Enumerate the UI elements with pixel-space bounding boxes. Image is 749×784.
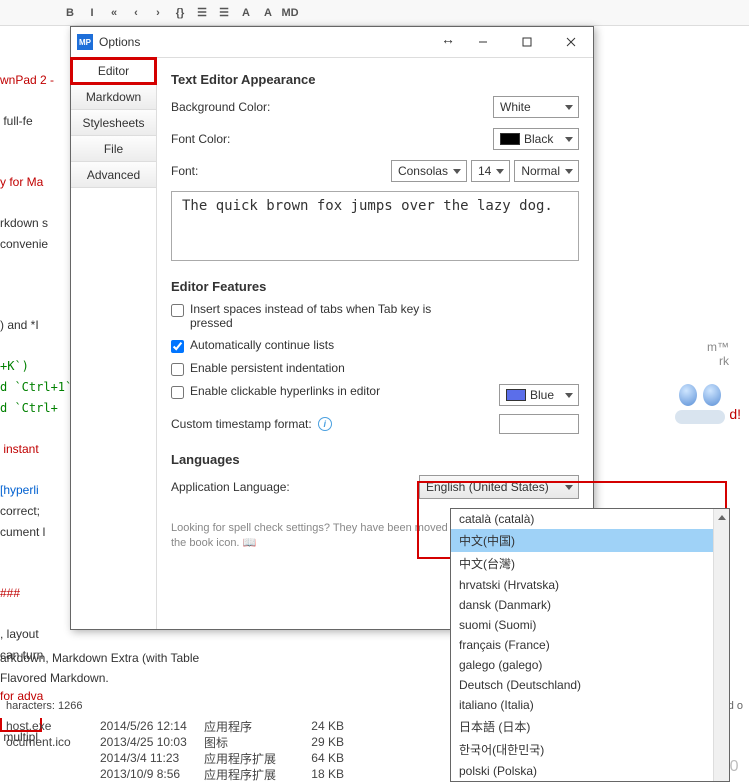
language-option[interactable]: 한국어(대한민국) xyxy=(451,738,729,761)
language-option[interactable]: 中文(中国) xyxy=(451,529,729,552)
language-dropdown[interactable]: català (català)中文(中国)中文(台灣)hrvatski (Hrv… xyxy=(450,508,730,782)
bgcolor-label: Background Color: xyxy=(171,100,493,114)
red-text-peek: d! xyxy=(729,406,741,422)
background-editor: wnPad 2 - full-fe y for Ma rkdown s conv… xyxy=(0,50,70,748)
languages-heading: Languages xyxy=(171,452,579,467)
language-option[interactable]: català (català) xyxy=(451,509,729,529)
scroll-up-icon[interactable] xyxy=(714,509,729,525)
toolbar-btn[interactable]: ☰ xyxy=(192,3,212,23)
language-option[interactable]: dansk (Danmark) xyxy=(451,595,729,615)
chk-clickable-links[interactable] xyxy=(171,386,184,399)
toolbar-btn[interactable]: ☰ xyxy=(214,3,234,23)
app-icon: MP xyxy=(77,34,93,50)
chk-continue-lists-label: Automatically continue lists xyxy=(190,338,334,352)
font-label: Font: xyxy=(171,164,387,178)
app-language-label: Application Language: xyxy=(171,480,419,494)
toolbar-btn[interactable]: MD xyxy=(280,3,300,23)
bg-bottom-lines: arkdown, Markdown Extra (with Table Flav… xyxy=(0,648,199,688)
font-preview: The quick brown fox jumps over the lazy … xyxy=(171,191,579,261)
language-option[interactable]: 日本語 (日本) xyxy=(451,715,729,738)
features-heading: Editor Features xyxy=(171,279,579,294)
fontcolor-select[interactable]: Black xyxy=(493,128,579,150)
language-option[interactable]: 中文(台灣) xyxy=(451,552,729,575)
options-tablist: Editor Markdown Stylesheets File Advance… xyxy=(71,58,157,629)
main-toolbar: B I « ‹ › {} ☰ ☰ A A MD xyxy=(0,0,749,26)
language-option[interactable]: Deutsch (Deutschland) xyxy=(451,675,729,695)
status-bar: haracters: 1266 xyxy=(0,700,82,718)
toolbar-btn[interactable]: A xyxy=(236,3,256,23)
color-swatch-icon xyxy=(506,389,526,401)
timestamp-label: Custom timestamp format: xyxy=(171,417,312,431)
maximize-button[interactable] xyxy=(505,28,549,56)
font-weight-select[interactable]: Normal xyxy=(514,160,579,182)
language-option[interactable]: suomi (Suomi) xyxy=(451,615,729,635)
font-family-select[interactable]: Consolas xyxy=(391,160,467,182)
toolbar-btn[interactable]: {} xyxy=(170,3,190,23)
resize-handle-icon[interactable]: ↔ xyxy=(441,31,455,47)
toolbar-btn[interactable]: I xyxy=(82,3,102,23)
tab-markdown[interactable]: Markdown xyxy=(71,84,156,110)
language-option[interactable]: polski (Polska) xyxy=(451,761,729,781)
language-option[interactable]: français (France) xyxy=(451,635,729,655)
tab-editor[interactable]: Editor xyxy=(71,58,156,84)
info-icon[interactable]: i xyxy=(318,417,332,431)
font-size-select[interactable]: 14 xyxy=(471,160,510,182)
toolbar-btn[interactable]: « xyxy=(104,3,124,23)
chk-insert-spaces-label: Insert spaces instead of tabs when Tab k… xyxy=(190,302,460,330)
timestamp-input[interactable] xyxy=(499,414,579,434)
file-row[interactable]: 2014/3/4 11:23应用程序扩展64 KB xyxy=(0,750,430,766)
language-option[interactable]: hrvatski (Hrvatska) xyxy=(451,575,729,595)
file-row[interactable]: ocument.ico2013/4/25 10:03图标29 KB xyxy=(0,734,430,750)
chk-continue-lists[interactable] xyxy=(171,340,184,353)
language-option[interactable]: italiano (Italia) xyxy=(451,695,729,715)
file-row[interactable]: 2013/10/9 8:56应用程序扩展18 KB xyxy=(0,766,430,782)
dropdown-scrollbar[interactable] xyxy=(713,509,729,781)
logo-image xyxy=(671,376,729,424)
dialog-titlebar: MP Options xyxy=(71,27,593,57)
close-button[interactable] xyxy=(549,28,593,56)
bgcolor-select[interactable]: White xyxy=(493,96,579,118)
chk-clickable-links-label: Enable clickable hyperlinks in editor xyxy=(190,384,380,398)
toolbar-btn[interactable]: › xyxy=(148,3,168,23)
language-option[interactable]: galego (galego) xyxy=(451,655,729,675)
tab-advanced[interactable]: Advanced xyxy=(71,162,156,188)
chk-persistent-indent[interactable] xyxy=(171,363,184,376)
dialog-title: Options xyxy=(99,35,461,49)
tab-file[interactable]: File xyxy=(71,136,156,162)
toolbar-btn[interactable]: B xyxy=(60,3,80,23)
file-list: host.exe2014/5/26 12:14应用程序24 KBocument.… xyxy=(0,718,430,782)
fontcolor-label: Font Color: xyxy=(171,132,493,146)
appearance-heading: Text Editor Appearance xyxy=(171,72,579,87)
toolbar-btn[interactable]: ‹ xyxy=(126,3,146,23)
chk-insert-spaces[interactable] xyxy=(171,304,184,317)
chk-persistent-indent-label: Enable persistent indentation xyxy=(190,361,345,375)
file-row[interactable]: host.exe2014/5/26 12:14应用程序24 KB xyxy=(0,718,430,734)
color-swatch-icon xyxy=(500,133,520,145)
toolbar-btn[interactable]: A xyxy=(258,3,278,23)
tab-stylesheets[interactable]: Stylesheets xyxy=(71,110,156,136)
link-color-select[interactable]: Blue xyxy=(499,384,579,406)
minimize-button[interactable] xyxy=(461,28,505,56)
preview-pane-peek: m™ rk xyxy=(671,340,729,424)
